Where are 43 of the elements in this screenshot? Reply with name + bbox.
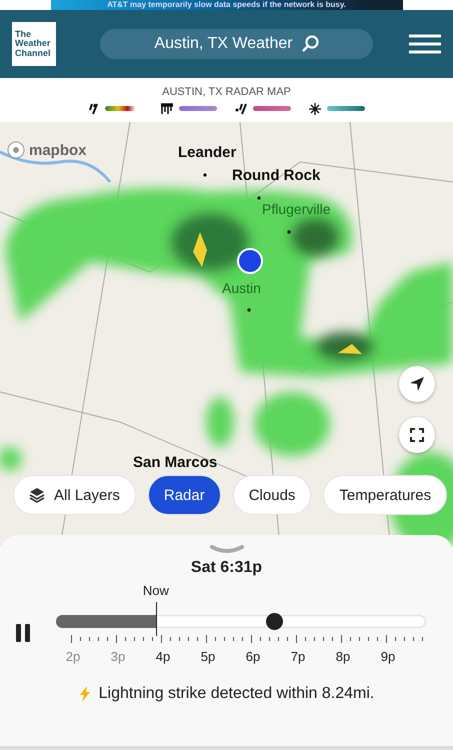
layers-icon xyxy=(29,487,45,503)
rain-icon xyxy=(88,102,98,114)
fullscreen-icon xyxy=(410,428,424,442)
menu-icon[interactable] xyxy=(409,34,441,54)
hour-label: 3p xyxy=(110,649,126,664)
lightning-alert-text: Lightning strike detected within 8.24mi. xyxy=(98,685,374,703)
frame-time: Sat 6:31p xyxy=(190,559,262,577)
timeline-thumb[interactable] xyxy=(266,613,284,630)
hour-label: 6p xyxy=(246,649,260,664)
icicle-icon xyxy=(160,102,172,114)
color-scale-bar xyxy=(252,106,290,111)
ad-banner[interactable]: AT&T may temporarily slow data speeds if the network is busy. xyxy=(50,0,402,10)
layer-chip[interactable]: Temperatures xyxy=(323,475,448,515)
lightning-icon xyxy=(78,686,91,702)
snowflake-icon xyxy=(308,102,320,114)
locate-button[interactable] xyxy=(399,366,435,402)
now-marker xyxy=(156,602,157,636)
hour-label: 8p xyxy=(336,649,350,664)
mapbox-logo: mapbox xyxy=(6,140,87,160)
hour-label: 4p xyxy=(156,649,170,664)
place-label: Leander xyxy=(178,144,236,161)
rain-snow-icon xyxy=(234,102,246,114)
hour-label: 7p xyxy=(290,649,306,664)
color-scale-bar xyxy=(178,106,216,111)
timeline-track[interactable] xyxy=(56,615,426,628)
hour-label: 5p xyxy=(200,649,216,664)
hour-label: 9p xyxy=(380,649,396,664)
layer-chip[interactable]: Radar xyxy=(148,475,221,515)
now-label: Now xyxy=(142,583,169,598)
place-label: Pflugerville xyxy=(262,201,330,217)
layer-chip[interactable]: Clouds xyxy=(232,475,312,515)
navigation-arrow-icon xyxy=(409,376,425,392)
place-label: San Marcos xyxy=(133,454,218,471)
search-icon xyxy=(300,35,319,53)
fullscreen-button[interactable] xyxy=(399,417,435,453)
search-field[interactable]: Austin, TX Weather xyxy=(100,29,373,59)
color-scale-bar xyxy=(326,106,364,111)
layer-chip[interactable]: All Layers xyxy=(13,475,136,515)
place-label: Austin xyxy=(222,280,261,296)
place-label: Round Rock xyxy=(232,167,320,184)
hour-label: 2p xyxy=(66,649,80,664)
radar-map-title: AUSTIN, TX RADAR MAP xyxy=(162,86,291,98)
logo[interactable]: The Weather Channel xyxy=(12,22,56,66)
